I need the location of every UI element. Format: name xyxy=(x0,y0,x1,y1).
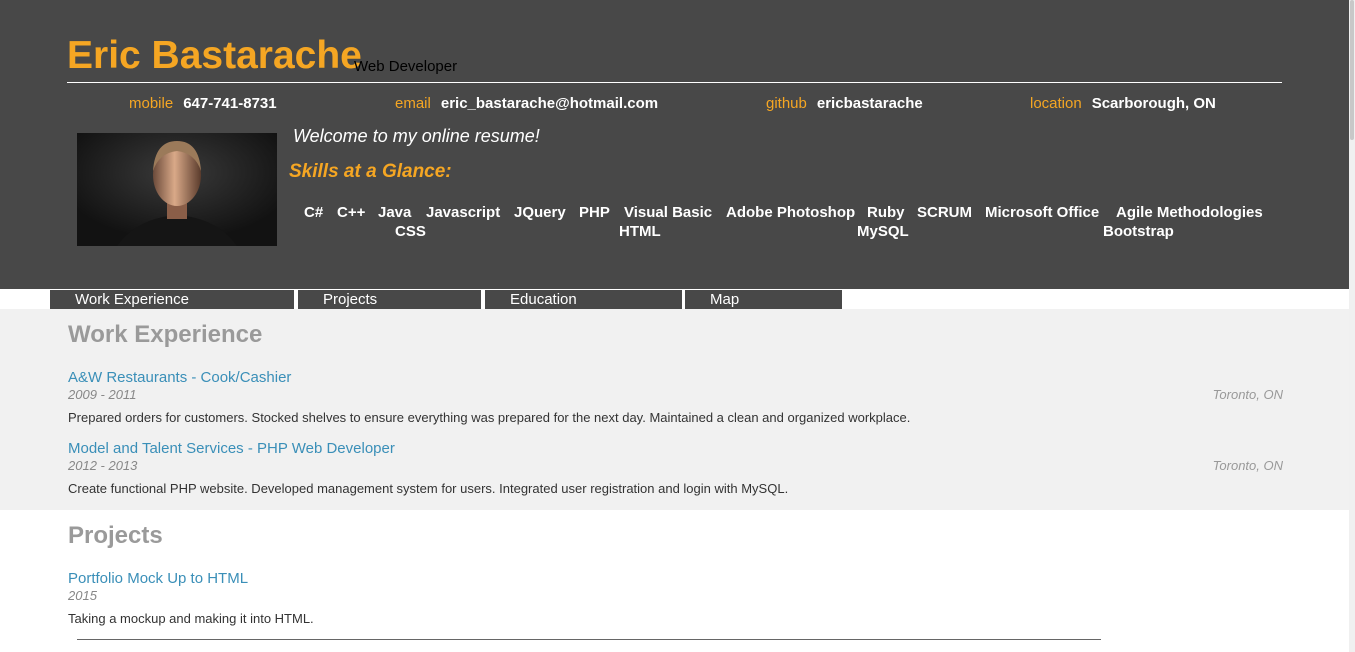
contact-mobile: mobile 647-741-8731 xyxy=(129,95,277,112)
project-description: Taking a mockup and making it into HTML. xyxy=(68,611,314,626)
project-dates: 2015 xyxy=(68,588,97,603)
skill-item: Agile Methodologies xyxy=(1116,204,1263,221)
contact-location: location Scarborough, ON xyxy=(1030,95,1216,112)
skill-item: Bootstrap xyxy=(1103,223,1174,240)
skill-item: Adobe Photoshop xyxy=(726,204,856,221)
tab-education[interactable]: Education xyxy=(485,290,682,309)
skill-item: Visual Basic xyxy=(624,204,713,221)
welcome-text: Welcome to my online resume! xyxy=(293,126,540,146)
tab-projects[interactable]: Projects xyxy=(298,290,481,309)
job-description: Create functional PHP website. Developed… xyxy=(68,481,789,496)
page-title: Eric Bastarache xyxy=(67,34,362,77)
job-location: Toronto, ON xyxy=(1212,458,1283,473)
job-description: Prepared orders for customers. Stocked s… xyxy=(68,410,911,425)
work-experience-heading: Work Experience xyxy=(68,321,263,348)
skill-item: SCRUM xyxy=(917,204,972,221)
skill-item: HTML xyxy=(619,223,661,240)
tab-map[interactable]: Map xyxy=(685,290,842,309)
project-title[interactable]: Portfolio Mock Up to HTML xyxy=(68,570,248,587)
job-title[interactable]: A&W Restaurants - Cook/Cashier xyxy=(68,369,291,386)
projects-heading: Projects xyxy=(68,522,163,549)
contact-value[interactable]: eric_bastarache@hotmail.com xyxy=(441,95,658,112)
skill-item: Javascript xyxy=(426,204,501,221)
header-divider xyxy=(67,82,1282,83)
scrollbar[interactable] xyxy=(1349,0,1355,652)
skill-item: Ruby xyxy=(867,204,905,221)
contact-github: github ericbastarache xyxy=(766,95,923,112)
section-divider xyxy=(77,639,1101,640)
job-dates: 2009 - 2011 xyxy=(68,387,137,402)
skill-item: Microsoft Office xyxy=(985,204,1100,221)
job-location: Toronto, ON xyxy=(1212,387,1283,402)
skill-item: PHP xyxy=(579,204,610,221)
contact-label: mobile xyxy=(129,95,174,112)
skills-heading: Skills at a Glance: xyxy=(289,161,452,182)
skill-item: C# xyxy=(304,204,324,221)
contact-label: location xyxy=(1030,95,1082,112)
tab-work-experience[interactable]: Work Experience xyxy=(50,290,294,309)
contact-value[interactable]: ericbastarache xyxy=(817,95,923,112)
skill-item: Java xyxy=(378,204,412,221)
profile-photo xyxy=(77,133,277,246)
job-title[interactable]: Model and Talent Services - PHP Web Deve… xyxy=(68,440,395,457)
contact-value: 647-741-8731 xyxy=(183,95,277,112)
header: Eric Bastarache Web Developer mobile 647-… xyxy=(0,0,1349,289)
skill-item: MySQL xyxy=(857,223,909,240)
contact-label: github xyxy=(766,95,807,112)
role-subtitle: Web Developer xyxy=(354,58,458,75)
contact-label: email xyxy=(395,95,431,112)
skill-item: C++ xyxy=(337,204,366,221)
skill-item: JQuery xyxy=(514,204,566,221)
job-dates: 2012 - 2013 xyxy=(68,458,138,473)
contact-value: Scarborough, ON xyxy=(1091,95,1216,112)
skill-item: CSS xyxy=(395,223,426,240)
scrollbar-thumb[interactable] xyxy=(1350,0,1354,140)
contact-email: email eric_bastarache@hotmail.com xyxy=(395,95,658,112)
